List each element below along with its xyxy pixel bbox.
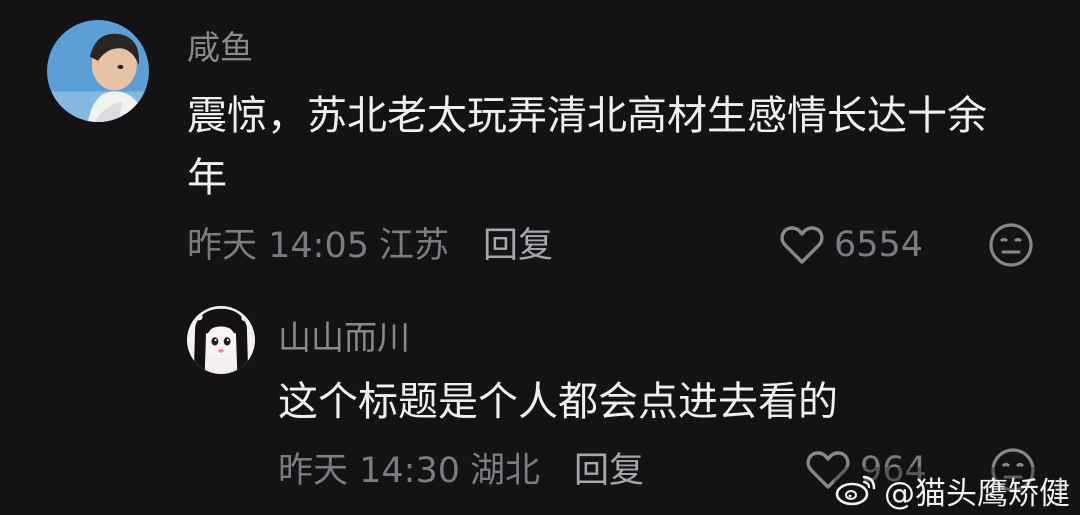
reply-text: 这个标题是个人都会点进去看的 — [278, 379, 838, 425]
reply-button[interactable]: 回复 — [483, 217, 553, 268]
boy-portrait-avatar — [47, 20, 149, 122]
weibo-logo-icon — [835, 475, 876, 506]
comment-text-line-2: 年 — [187, 155, 227, 201]
reply-reply-button[interactable]: 回复 — [574, 442, 644, 493]
replier-username[interactable]: 山山而川 — [278, 318, 410, 358]
heart-icon — [780, 226, 824, 264]
like-button[interactable]: 6554 — [780, 222, 923, 268]
neutral-face-icon — [989, 223, 1033, 267]
comment-time: 昨天 14:05 — [187, 225, 369, 266]
comment-location: 江苏 — [379, 225, 450, 266]
commenter-avatar[interactable] — [47, 20, 149, 122]
anime-girl-avatar — [187, 306, 255, 374]
reply-location: 湖北 — [470, 450, 541, 491]
comment-thread: 咸鱼 震惊，苏北老太玩弄清北高材生感情长达十余 年 昨天 14:05 江苏 回复… — [0, 0, 1080, 515]
watermark-text: @猫头鹰矫健 — [884, 475, 1070, 512]
commenter-username[interactable]: 咸鱼 — [187, 28, 253, 68]
reply-time: 昨天 14:30 — [278, 450, 460, 491]
comment-text-line-1: 震惊，苏北老太玩弄清北高材生感情长达十余 — [187, 93, 987, 139]
comment-meta: 昨天 14:05 江苏 回复 — [187, 220, 553, 266]
reply-meta: 昨天 14:30 湖北 回复 — [278, 445, 644, 491]
replier-avatar[interactable] — [187, 306, 255, 374]
dislike-button[interactable] — [988, 222, 1034, 268]
watermark: @猫头鹰矫健 — [834, 467, 1070, 513]
like-count: 6554 — [834, 225, 924, 265]
